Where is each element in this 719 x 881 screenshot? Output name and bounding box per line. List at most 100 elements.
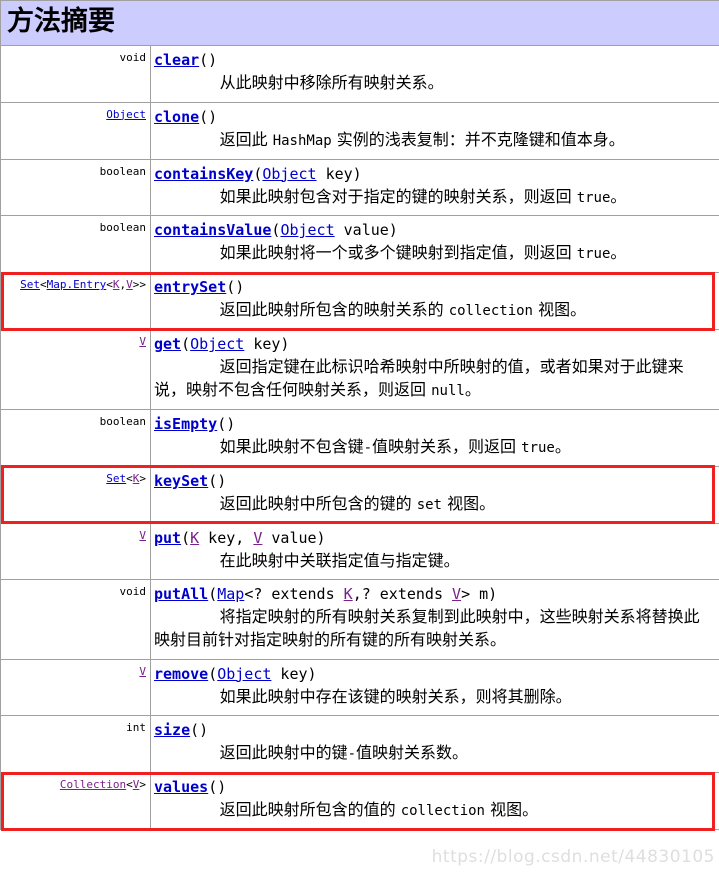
method-name-link[interactable]: containsValue bbox=[154, 221, 271, 239]
method-param-part-1[interactable]: Object bbox=[262, 165, 316, 183]
method-param-part-0: () bbox=[208, 778, 227, 797]
method-detail-cell: values() 返回此映射所包含的值的 collection 视图。 bbox=[150, 772, 719, 831]
method-param-part-0: () bbox=[208, 471, 227, 490]
method-detail-cell: entrySet() 返回此映射所包含的映射关系的 collection 视图。 bbox=[150, 272, 719, 331]
method-row: Collection<V> values() 返回此映射所包含的值的 collect… bbox=[0, 772, 719, 831]
method-param-part-2: value) bbox=[334, 221, 398, 240]
inline-code: true bbox=[521, 439, 555, 456]
method-return-type: V bbox=[0, 658, 151, 717]
method-return-type: Set<Map.Entry<K,V>> bbox=[0, 272, 151, 331]
method-detail-cell: containsKey(Object key) 如果此映射包含对于指定的键的映射关… bbox=[150, 158, 719, 217]
method-row: void clear() 从此映射中移除所有映射关系。 bbox=[0, 45, 719, 103]
method-signature: remove(Object key) bbox=[154, 664, 714, 685]
method-detail-cell: clear() 从此映射中移除所有映射关系。 bbox=[150, 45, 719, 103]
return-type-part-0[interactable]: V bbox=[139, 665, 146, 678]
inline-code: true bbox=[576, 189, 611, 206]
method-return-type: V bbox=[0, 522, 151, 581]
method-name-link[interactable]: values bbox=[154, 778, 208, 796]
method-description: 从此映射中移除所有映射关系。 bbox=[219, 73, 444, 92]
method-param-part-6: > m) bbox=[461, 585, 498, 604]
method-name-link[interactable]: remove bbox=[154, 665, 208, 683]
method-param-part-1[interactable]: Object bbox=[217, 665, 271, 683]
method-return-type: void bbox=[0, 579, 151, 660]
inline-code: set bbox=[416, 496, 442, 513]
method-signature: putAll(Map<? extends K,? extends V> m) bbox=[154, 584, 714, 605]
method-row: Object clone() 返回此 HashMap 实例的浅表复制：并不克隆键和值… bbox=[0, 101, 719, 160]
method-row: Vremove(Object key) 如果此映射中存在该键的映射关系，则将其删除… bbox=[0, 658, 719, 717]
method-name-link[interactable]: put bbox=[154, 529, 181, 547]
method-param-part-3[interactable]: K bbox=[344, 585, 353, 603]
method-return-type: Collection<V> bbox=[0, 772, 151, 831]
method-param-part-4: ,? extends bbox=[352, 585, 453, 604]
return-type-part-4[interactable]: K bbox=[113, 278, 120, 291]
method-signature: put(K key, V value) bbox=[154, 528, 714, 549]
return-type-part-0[interactable]: Set bbox=[106, 472, 126, 485]
return-type-part-2[interactable]: Map.Entry bbox=[47, 278, 107, 291]
inline-code: HashMap bbox=[272, 132, 332, 149]
method-return-type: boolean bbox=[0, 215, 151, 274]
method-name-link[interactable]: entrySet bbox=[154, 278, 226, 296]
method-row: void putAll(Map<? extends K,? extends V> … bbox=[0, 579, 719, 660]
method-summary-table: 方法摘要 void clear() 从此映射中移除所有映射关系。 Object clon… bbox=[0, 0, 719, 831]
method-signature: clone() bbox=[154, 107, 714, 128]
method-name-link[interactable]: keySet bbox=[154, 472, 208, 490]
return-type-part-0: boolean bbox=[99, 164, 146, 178]
method-row: boolean isEmpty() 如果此映射不包含键-值映射关系，则返回 true… bbox=[0, 408, 719, 467]
method-detail-cell: size() 返回此映射中的键-值映射关系数。 bbox=[150, 715, 719, 774]
method-description: 返回此映射中所包含的键的 set 视图。 bbox=[219, 493, 496, 513]
return-type-part-7: >> bbox=[132, 278, 146, 292]
return-type-part-0[interactable]: Collection bbox=[60, 778, 126, 791]
inline-code: collection bbox=[400, 803, 485, 820]
method-detail-cell: keySet() 返回此映射中所包含的键的 set 视图。 bbox=[150, 465, 719, 524]
method-param-part-1[interactable]: Object bbox=[190, 335, 244, 353]
inline-code: true bbox=[576, 246, 611, 263]
return-type-part-0[interactable]: V bbox=[139, 335, 146, 348]
method-param-part-4: value) bbox=[262, 528, 326, 547]
return-type-part-0: int bbox=[126, 721, 146, 735]
return-type-part-0: void bbox=[119, 585, 147, 599]
method-name-link[interactable]: clone bbox=[154, 108, 199, 126]
method-name-link[interactable]: size bbox=[154, 721, 190, 739]
method-name-link[interactable]: get bbox=[154, 335, 181, 353]
method-return-type: boolean bbox=[0, 408, 151, 467]
method-param-part-2: key, bbox=[199, 528, 254, 547]
method-signature: values() bbox=[154, 777, 714, 798]
inline-code: collection bbox=[448, 303, 533, 320]
method-signature: clear() bbox=[154, 50, 714, 71]
method-param-part-2: key) bbox=[316, 164, 362, 183]
method-signature: containsValue(Object value) bbox=[154, 220, 714, 241]
method-row: Vget(Object key) 返回指定键在此标识哈希映射中所映射的值，或者如果… bbox=[0, 329, 719, 410]
method-param-part-0: ( bbox=[181, 335, 191, 354]
method-detail-cell: put(K key, V value) 在此映射中关联指定值与指定键。 bbox=[150, 522, 719, 581]
method-row: boolean containsKey(Object key) 如果此映射包含对于指… bbox=[0, 158, 719, 217]
method-param-part-0: () bbox=[217, 414, 236, 433]
page-title: 方法摘要 bbox=[7, 5, 115, 37]
return-type-part-0: void bbox=[119, 51, 147, 64]
method-signature: containsKey(Object key) bbox=[154, 164, 714, 185]
return-type-part-0[interactable]: Object bbox=[106, 108, 146, 121]
method-return-type: void bbox=[0, 45, 151, 103]
method-name-link[interactable]: clear bbox=[154, 51, 199, 69]
method-param-part-5[interactable]: V bbox=[452, 585, 461, 603]
method-param-part-0: ( bbox=[208, 585, 218, 604]
method-param-part-1[interactable]: Object bbox=[280, 221, 334, 239]
method-return-type: int bbox=[0, 715, 151, 774]
method-name-link[interactable]: isEmpty bbox=[154, 415, 217, 433]
return-type-part-1: < bbox=[126, 778, 133, 792]
method-return-type: Set<K> bbox=[0, 465, 151, 524]
method-signature: isEmpty() bbox=[154, 414, 714, 435]
method-param-part-1[interactable]: K bbox=[190, 529, 199, 547]
method-param-part-2: key) bbox=[244, 335, 290, 354]
return-type-part-6[interactable]: V bbox=[126, 278, 133, 291]
method-detail-cell: clone() 返回此 HashMap 实例的浅表复制：并不克隆键和值本身。 bbox=[150, 101, 719, 160]
return-type-part-0[interactable]: Set bbox=[20, 278, 40, 291]
method-signature: entrySet() bbox=[154, 277, 714, 298]
method-signature: size() bbox=[154, 720, 714, 741]
method-param-part-2: <? extends bbox=[244, 585, 344, 604]
method-name-link[interactable]: putAll bbox=[154, 585, 208, 603]
method-detail-cell: remove(Object key) 如果此映射中存在该键的映射关系，则将其删除。 bbox=[150, 658, 719, 717]
method-name-link[interactable]: containsKey bbox=[154, 165, 253, 183]
method-param-part-2: key) bbox=[271, 664, 317, 683]
method-param-part-1[interactable]: Map bbox=[217, 585, 244, 603]
return-type-part-0[interactable]: V bbox=[139, 529, 146, 542]
